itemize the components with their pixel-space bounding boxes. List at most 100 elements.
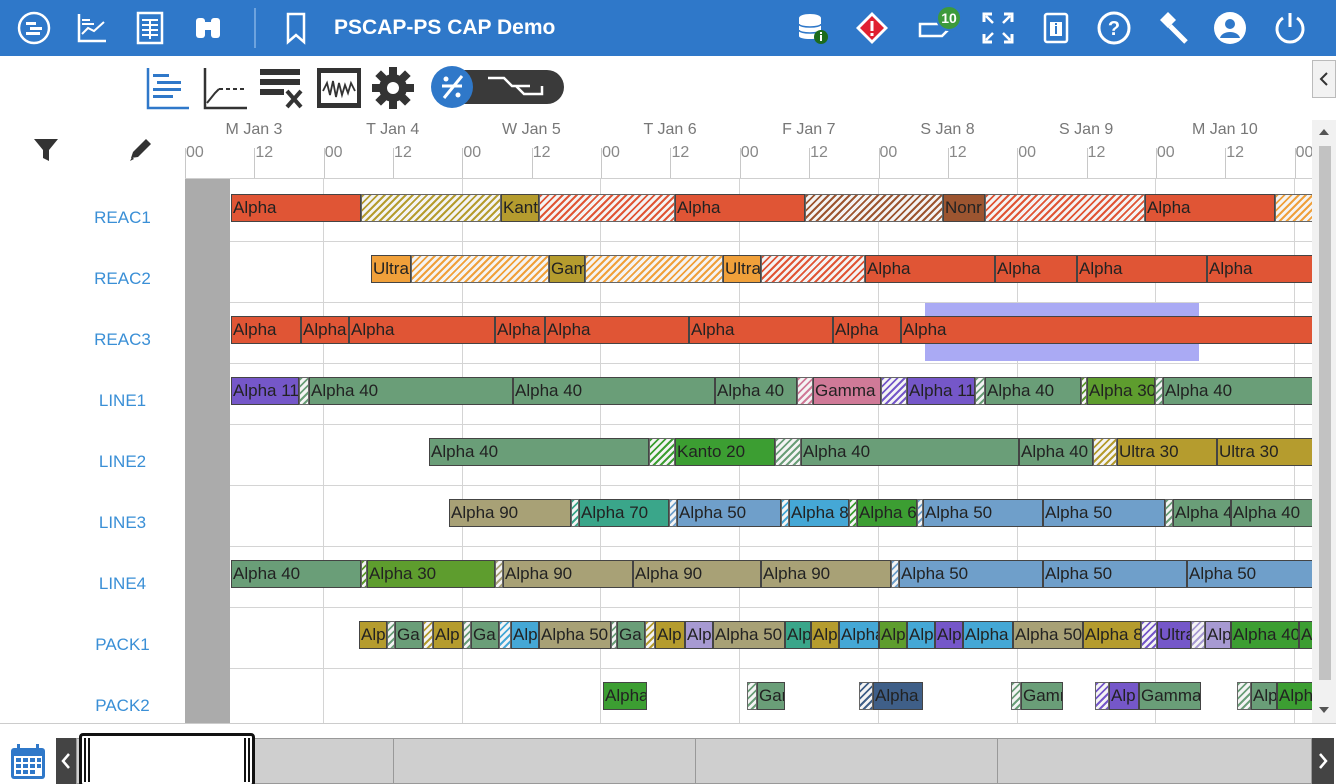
document-info-icon[interactable] (1036, 8, 1076, 48)
setup-segment[interactable] (1275, 194, 1312, 222)
task-bar[interactable]: Alpha (865, 255, 995, 283)
task-bar[interactable]: Alpha 4 (1173, 499, 1231, 527)
task-bar[interactable]: Alpha (231, 194, 361, 222)
setup-segment[interactable] (1141, 621, 1157, 649)
navigator-right-button[interactable] (1312, 738, 1334, 784)
task-bar[interactable]: Gamr (1021, 682, 1063, 710)
task-bar[interactable]: Alp (433, 621, 463, 649)
task-bar[interactable]: Ga (471, 621, 499, 649)
setup-segment[interactable] (891, 560, 899, 588)
binoculars-icon[interactable] (188, 8, 228, 48)
task-bar[interactable]: Alp (879, 621, 907, 649)
task-bar[interactable]: Alpha 50 (713, 621, 785, 649)
task-bar[interactable]: Alpha 70 (579, 499, 669, 527)
task-bar[interactable]: Ultra 30 (1217, 438, 1312, 466)
setup-segment[interactable] (747, 682, 757, 710)
setup-segment[interactable] (1095, 682, 1109, 710)
task-bar[interactable]: Alpha 50 (1187, 560, 1312, 588)
setup-segment[interactable] (975, 377, 985, 405)
bookmark-icon[interactable] (276, 8, 316, 48)
setup-segment[interactable] (361, 194, 501, 222)
setup-segment[interactable] (781, 499, 789, 527)
settings-icon[interactable] (368, 64, 418, 112)
setup-segment[interactable] (499, 621, 511, 649)
waveform-icon[interactable] (314, 64, 364, 112)
resource-label[interactable]: LINE1 (60, 370, 185, 431)
scroll-up-icon[interactable] (1318, 126, 1330, 138)
task-bar[interactable]: Alpha 50 (1043, 499, 1165, 527)
task-bar[interactable]: Ultra (1157, 621, 1191, 649)
setup-segment[interactable] (649, 438, 675, 466)
setup-segment[interactable] (539, 194, 675, 222)
task-bar[interactable]: Alpha 6 (857, 499, 917, 527)
task-bar[interactable]: Alpha 50 (923, 499, 1043, 527)
task-bar[interactable]: Alpha 40 (1231, 621, 1299, 649)
task-bar[interactable]: Alpha (349, 316, 495, 344)
setup-segment[interactable] (1191, 621, 1205, 649)
setup-segment[interactable] (1165, 499, 1173, 527)
task-bar[interactable]: Alpha 90 (761, 560, 891, 588)
gantt-icon[interactable] (14, 8, 54, 48)
vertical-scrollbar[interactable] (1312, 120, 1336, 723)
task-bar[interactable]: Alpha 11 (907, 377, 975, 405)
filter-icon[interactable] (32, 136, 60, 164)
task-bar[interactable]: Ultra 30 (1117, 438, 1217, 466)
task-bar[interactable]: Gam (549, 255, 585, 283)
setup-segment[interactable] (849, 499, 857, 527)
setup-segment[interactable] (423, 621, 433, 649)
task-bar[interactable]: Alpha 40 (715, 377, 797, 405)
setup-segment[interactable] (585, 255, 723, 283)
task-bar[interactable]: Alpha (839, 621, 879, 649)
task-bar[interactable]: Alpha 50 (899, 560, 1043, 588)
task-bar[interactable]: Alpha (301, 316, 349, 344)
navigator-left-button[interactable] (56, 738, 76, 784)
task-bar[interactable]: Alpha 90 (503, 560, 633, 588)
task-bar[interactable]: Gamma (813, 377, 881, 405)
task-bar[interactable]: Alpha (675, 194, 805, 222)
task-bar[interactable]: Alpha 40 (1231, 499, 1312, 527)
setup-segment[interactable] (805, 194, 943, 222)
task-bar[interactable]: Alpha 90 (633, 560, 761, 588)
resource-label[interactable]: REAC2 (60, 248, 185, 309)
task-bar[interactable]: Alpha 50 (677, 499, 781, 527)
resource-label[interactable]: LINE4 (60, 553, 185, 614)
task-bar[interactable]: Nonr (943, 194, 985, 222)
setup-segment[interactable] (463, 621, 471, 649)
task-bar[interactable]: Alp (785, 621, 811, 649)
database-info-icon[interactable] (792, 8, 832, 48)
edit-pencil-icon[interactable] (126, 136, 154, 164)
task-bar[interactable]: Alpha 40 (429, 438, 649, 466)
chart-icon[interactable] (72, 8, 112, 48)
task-bar[interactable]: Alpha 40 (309, 377, 513, 405)
task-bar[interactable]: Gamma (1139, 682, 1201, 710)
navigator-window[interactable] (79, 733, 255, 784)
task-bar[interactable]: Alpha (1077, 255, 1207, 283)
setup-segment[interactable] (571, 499, 579, 527)
task-bar[interactable]: Alpha (495, 316, 545, 344)
task-bar[interactable]: Alpha 8 (1083, 621, 1141, 649)
task-bar[interactable]: Ultra (371, 255, 411, 283)
task-bar[interactable]: Ga (395, 621, 423, 649)
task-bar[interactable]: Alpha (833, 316, 901, 344)
resource-label[interactable]: LINE2 (60, 431, 185, 492)
task-bar[interactable]: Alpha (1145, 194, 1275, 222)
task-bar[interactable]: Alpha (995, 255, 1077, 283)
task-bar[interactable]: Alpha (231, 316, 301, 344)
setup-segment[interactable] (645, 621, 655, 649)
task-bar[interactable]: Alpha 40 (1019, 438, 1093, 466)
navigator-right-handle[interactable] (244, 738, 250, 782)
resource-label[interactable]: LINE3 (60, 492, 185, 553)
setup-segment[interactable] (797, 377, 813, 405)
task-bar[interactable]: Alpha (963, 621, 1013, 649)
task-bar[interactable]: Kanto 20 (675, 438, 775, 466)
scroll-down-icon[interactable] (1318, 704, 1330, 716)
task-bar[interactable]: Alpha (603, 682, 647, 710)
table-icon[interactable] (130, 8, 170, 48)
task-bar[interactable]: Alp (935, 621, 963, 649)
setup-segment[interactable] (669, 499, 677, 527)
setup-segment[interactable] (761, 255, 865, 283)
task-bar[interactable]: Alph (1277, 682, 1312, 710)
task-bar[interactable]: Alp (1109, 682, 1139, 710)
navigator-track[interactable] (76, 733, 1312, 784)
task-bar[interactable]: Alpha 30 (1087, 377, 1155, 405)
